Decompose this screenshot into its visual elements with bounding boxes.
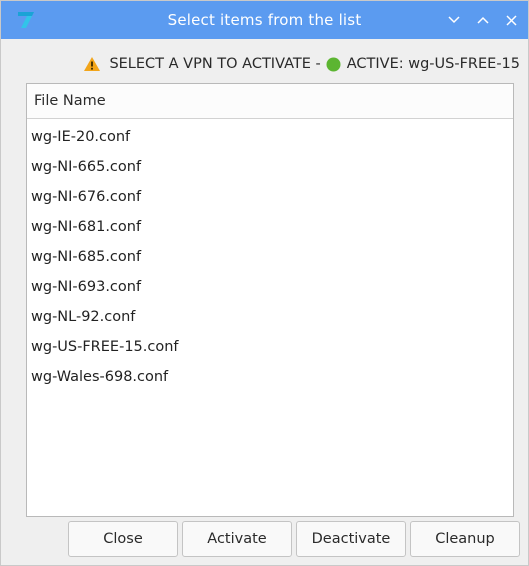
close-window-button[interactable] bbox=[503, 12, 519, 28]
list-item[interactable]: wg-Wales-698.conf bbox=[27, 362, 513, 392]
vpn-file-list[interactable]: File Name wg-IE-20.conf wg-NI-665.conf wg-… bbox=[26, 83, 514, 517]
maximize-button[interactable] bbox=[475, 12, 491, 28]
title-bar[interactable]: Select items from the list bbox=[1, 1, 528, 39]
list-item[interactable]: wg-IE-20.conf bbox=[27, 122, 513, 152]
activate-button[interactable]: Activate bbox=[182, 521, 292, 557]
list-item[interactable]: wg-NI-681.conf bbox=[27, 212, 513, 242]
close-icon bbox=[505, 14, 517, 26]
status-message: SELECT A VPN TO ACTIVATE - ACTIVE: wg-US… bbox=[1, 53, 528, 75]
list-item[interactable]: wg-NL-92.conf bbox=[27, 302, 513, 332]
close-button[interactable]: Close bbox=[68, 521, 178, 557]
minimize-button[interactable] bbox=[446, 12, 462, 28]
list-item[interactable]: wg-NI-693.conf bbox=[27, 272, 513, 302]
list-item[interactable]: wg-NI-676.conf bbox=[27, 182, 513, 212]
list-item[interactable]: wg-NI-665.conf bbox=[27, 152, 513, 182]
active-vpn-label: ACTIVE: wg-US-FREE-15 bbox=[346, 56, 520, 72]
button-bar: Close Activate Deactivate Cleanup bbox=[68, 521, 520, 557]
chevron-down-icon bbox=[448, 16, 460, 24]
deactivate-button[interactable]: Deactivate bbox=[296, 521, 406, 557]
cleanup-button[interactable]: Cleanup bbox=[410, 521, 520, 557]
warning-icon bbox=[83, 56, 101, 72]
status-prefix: SELECT A VPN TO ACTIVATE - bbox=[109, 56, 321, 72]
chevron-up-icon bbox=[477, 16, 489, 24]
column-header-file-name[interactable]: File Name bbox=[27, 84, 513, 119]
green-dot-icon bbox=[326, 57, 341, 72]
list-item[interactable]: wg-NI-685.conf bbox=[27, 242, 513, 272]
list-item[interactable]: wg-US-FREE-15.conf bbox=[27, 332, 513, 362]
dialog-window: Select items from the list SELECT A VPN … bbox=[0, 0, 529, 566]
list-body: wg-IE-20.conf wg-NI-665.conf wg-NI-676.con… bbox=[27, 119, 513, 392]
